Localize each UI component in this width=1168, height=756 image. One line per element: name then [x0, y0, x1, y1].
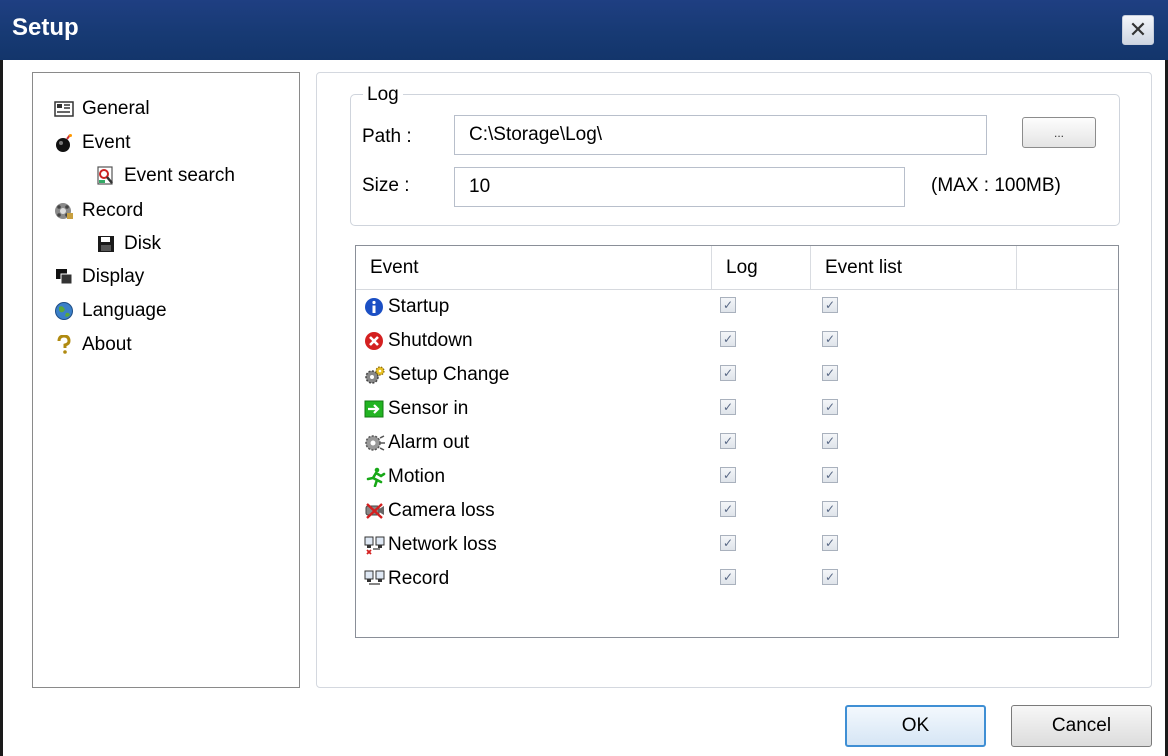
- event-row-motion[interactable]: Motion ✓ ✓: [356, 460, 1116, 494]
- event-row-startup[interactable]: Startup ✓ ✓: [356, 290, 1116, 324]
- log-group-title: Log: [363, 84, 403, 106]
- tree-item-label: Display: [82, 266, 145, 287]
- tree-item-disk[interactable]: Disk: [96, 231, 161, 257]
- tree-item-label: General: [82, 98, 150, 119]
- event-row-record[interactable]: Record ✓ ✓: [356, 562, 1116, 596]
- disk-icon: [96, 234, 116, 254]
- shutdown-icon: [364, 331, 384, 351]
- window-title: Setup: [12, 14, 79, 41]
- record-icon: [54, 201, 74, 221]
- event-list-checkbox[interactable]: ✓: [822, 569, 838, 585]
- event-list-checkbox[interactable]: ✓: [822, 467, 838, 483]
- tree-item-record[interactable]: Record: [54, 198, 143, 224]
- camera-loss-icon: [364, 501, 384, 521]
- event-row-alarm-out[interactable]: Alarm out ✓ ✓: [356, 426, 1116, 460]
- path-label: Path :: [362, 126, 412, 147]
- network-record-icon: [364, 569, 385, 589]
- tree-item-label: Language: [82, 300, 167, 321]
- event-row-network-loss[interactable]: Network loss ✓ ✓: [356, 528, 1116, 562]
- tree-item-display[interactable]: Display: [54, 264, 144, 290]
- event-name: Motion: [388, 466, 446, 487]
- log-checkbox[interactable]: ✓: [720, 467, 736, 483]
- event-list-checkbox[interactable]: ✓: [822, 297, 838, 313]
- event-name: Alarm out: [388, 432, 470, 453]
- column-header-event[interactable]: Event: [356, 246, 712, 289]
- tree-item-label: Disk: [124, 233, 161, 254]
- tree-item-event-search[interactable]: Event search: [96, 163, 235, 189]
- tree-item-label: Record: [82, 200, 144, 221]
- event-list-header: Event Log Event list: [356, 246, 1118, 290]
- tree-item-label: About: [82, 334, 132, 355]
- event-name: Camera loss: [388, 500, 495, 521]
- event-name: Shutdown: [388, 330, 473, 351]
- path-input[interactable]: [454, 115, 987, 155]
- size-max-label: (MAX : 100MB): [931, 175, 1061, 196]
- log-checkbox[interactable]: ✓: [720, 501, 736, 517]
- globe-icon: [54, 301, 74, 321]
- event-list-checkbox[interactable]: ✓: [822, 535, 838, 551]
- ok-label: OK: [901, 715, 930, 736]
- sensor-in-icon: [364, 399, 384, 419]
- close-button[interactable]: ✕: [1122, 15, 1154, 45]
- event-list-checkbox[interactable]: ✓: [822, 399, 838, 415]
- event-name: Record: [388, 568, 450, 589]
- setup-window: Setup ✕ General Event Event search Recor…: [0, 0, 1168, 756]
- event-icon: [54, 133, 74, 153]
- tree-item-label: Event search: [124, 165, 235, 186]
- title-bar[interactable]: Setup ✕: [0, 0, 1168, 60]
- cancel-label: Cancel: [1051, 715, 1112, 736]
- gear-icon: [364, 365, 385, 385]
- tree-item-event[interactable]: Event: [54, 130, 131, 156]
- event-search-icon: [96, 166, 116, 186]
- motion-icon: [364, 467, 386, 488]
- event-list-checkbox[interactable]: ✓: [822, 433, 838, 449]
- display-icon: [54, 267, 74, 287]
- event-row-sensor-in[interactable]: Sensor in ✓ ✓: [356, 392, 1116, 426]
- event-list-checkbox[interactable]: ✓: [822, 365, 838, 381]
- log-checkbox[interactable]: ✓: [720, 297, 736, 313]
- size-input[interactable]: [454, 167, 905, 207]
- column-header-log[interactable]: Log: [712, 246, 811, 289]
- log-checkbox[interactable]: ✓: [720, 433, 736, 449]
- tree-item-about[interactable]: About: [54, 332, 132, 358]
- ok-button[interactable]: OK: [845, 705, 986, 747]
- log-checkbox[interactable]: ✓: [720, 331, 736, 347]
- event-name: Sensor in: [388, 398, 469, 419]
- general-icon: [54, 99, 74, 119]
- event-name: Setup Change: [388, 364, 510, 385]
- network-loss-icon: [364, 535, 385, 555]
- event-row-shutdown[interactable]: Shutdown ✓ ✓: [356, 324, 1116, 358]
- event-list-checkbox[interactable]: ✓: [822, 331, 838, 347]
- event-list-checkbox[interactable]: ✓: [822, 501, 838, 517]
- log-checkbox[interactable]: ✓: [720, 365, 736, 381]
- event-name: Startup: [388, 296, 450, 317]
- event-name: Network loss: [388, 534, 497, 555]
- tree-item-label: Event: [82, 132, 131, 153]
- event-row-camera-loss[interactable]: Camera loss ✓ ✓: [356, 494, 1116, 528]
- log-checkbox[interactable]: ✓: [720, 399, 736, 415]
- close-icon: ✕: [1128, 17, 1148, 42]
- log-checkbox[interactable]: ✓: [720, 569, 736, 585]
- size-label: Size :: [362, 175, 410, 196]
- log-checkbox[interactable]: ✓: [720, 535, 736, 551]
- browse-button[interactable]: ...: [1022, 117, 1096, 148]
- event-row-setup-change[interactable]: Setup Change ✓ ✓: [356, 358, 1116, 392]
- tree-item-language[interactable]: Language: [54, 298, 167, 324]
- info-icon: [364, 297, 384, 317]
- browse-label: ...: [1053, 125, 1064, 140]
- tree-item-general[interactable]: General: [54, 96, 150, 122]
- column-header-event-list[interactable]: Event list: [811, 246, 1017, 289]
- alarm-out-icon: [364, 433, 385, 453]
- question-icon: [54, 334, 74, 355]
- cancel-button[interactable]: Cancel: [1011, 705, 1152, 747]
